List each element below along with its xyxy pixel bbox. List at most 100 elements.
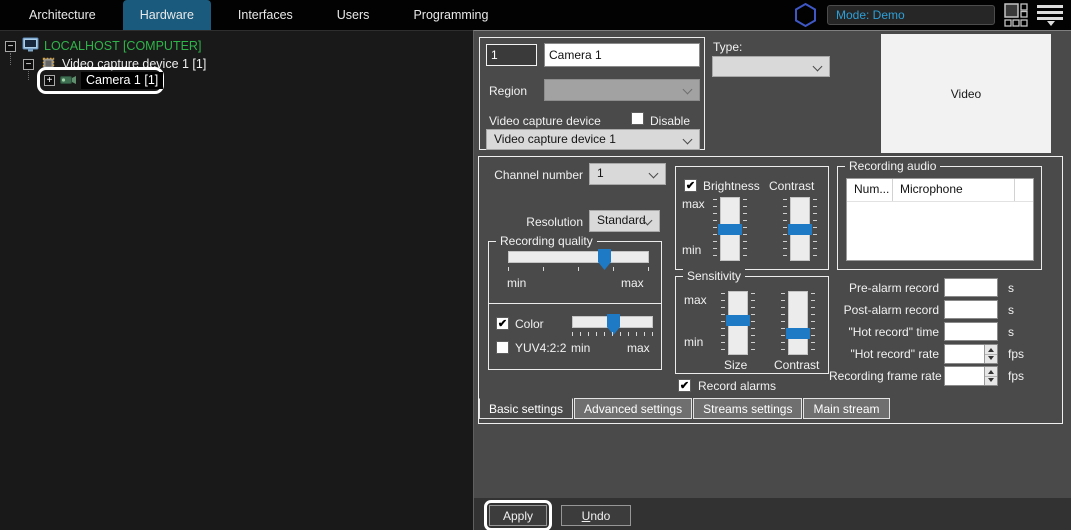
slider-thumb[interactable] [718, 224, 742, 235]
hot-record-time-field[interactable] [944, 322, 998, 341]
chevron-down-icon [1047, 21, 1055, 26]
camera-identity-group: Region Video capture device Disable Vide… [479, 37, 705, 150]
color-label: Color [515, 317, 544, 331]
hot-record-rate-field[interactable] [944, 344, 998, 364]
application-window: Architecture Hardware Interfaces Users P… [0, 0, 1071, 530]
sensitivity-group: Sensitivity max min Size Contrast [675, 269, 829, 374]
undo-button[interactable]: Undo [561, 505, 631, 526]
post-alarm-record-field[interactable] [944, 300, 998, 319]
header-divider [847, 201, 1033, 202]
resolution-label: Resolution [526, 215, 583, 229]
column-header-number[interactable]: Num... [847, 179, 893, 201]
slider-ticks [572, 332, 653, 336]
spinner-up-icon[interactable] [988, 348, 994, 352]
tree-item-label[interactable]: LOCALHOST [COMPUTER] [44, 39, 201, 53]
color-settings-group: ✔ Color YUV4:2:2 min max [488, 303, 662, 370]
brightness-slider[interactable] [718, 197, 742, 261]
camera-settings-panel: Region Video capture device Disable Vide… [473, 30, 1071, 530]
menu-line [1037, 11, 1063, 14]
unit-label: fps [1008, 369, 1025, 383]
yuv422-checkbox[interactable] [496, 341, 509, 354]
brightness-label: Brightness [703, 179, 760, 193]
screen-layout-grid-icon[interactable] [1004, 3, 1028, 27]
tab-main-stream[interactable]: Main stream [803, 398, 890, 419]
post-alarm-record-label: Post-alarm record [843, 303, 939, 317]
tab-interfaces[interactable]: Interfaces [221, 0, 310, 30]
unit-label: s [1008, 325, 1014, 339]
slider-ticks [751, 293, 755, 351]
tab-hardware[interactable]: Hardware [122, 0, 211, 30]
pre-alarm-record-label: Pre-alarm record [848, 281, 939, 295]
camera-name-field[interactable] [544, 43, 700, 67]
unit-label: s [1008, 303, 1014, 317]
sensitivity-title: Sensitivity [683, 269, 746, 283]
collapse-toggle-icon[interactable]: − [23, 59, 34, 70]
recording-quality-group: Recording quality min max [488, 234, 662, 304]
audio-channels-table[interactable]: Num... Microphone [846, 178, 1034, 261]
spinner-down-icon[interactable] [988, 356, 994, 360]
spinner-control [984, 367, 997, 385]
slider-ticks [783, 199, 787, 257]
resolution-select[interactable]: Standard [589, 210, 660, 232]
spinner-up-icon[interactable] [988, 370, 994, 374]
min-label: min [571, 341, 591, 355]
yuv422-label: YUV4:2:2 [515, 341, 567, 355]
hamburger-menu-icon[interactable] [1037, 5, 1063, 26]
slider-ticks [721, 293, 725, 351]
color-checkbox[interactable]: ✔ [496, 317, 509, 330]
spinner-down-icon[interactable] [988, 378, 994, 382]
video-capture-device-select[interactable]: Video capture device 1 [486, 129, 700, 150]
tree-connector [28, 71, 29, 80]
contrast-slider[interactable] [788, 197, 812, 261]
slider-thumb[interactable] [726, 315, 750, 326]
recording-frame-rate-field[interactable] [944, 366, 998, 386]
record-alarms-checkbox[interactable]: ✔ [678, 379, 691, 392]
slider-ticks [811, 293, 815, 351]
apply-button[interactable]: Apply [489, 505, 547, 526]
max-label: max [621, 276, 644, 290]
recording-audio-group: Recording audio Num... Microphone [837, 159, 1042, 270]
tab-streams-settings[interactable]: Streams settings [693, 398, 803, 419]
collapse-toggle-icon[interactable]: − [5, 41, 16, 52]
mode-indicator[interactable]: Mode: Demo [827, 5, 995, 25]
expand-toggle-icon[interactable]: + [44, 75, 55, 86]
recording-audio-title: Recording audio [845, 159, 941, 173]
brightness-contrast-group: ✔ Brightness Contrast max min [675, 166, 829, 270]
channel-number-select[interactable]: 1 [589, 163, 666, 185]
slider-thumb[interactable] [788, 224, 812, 235]
hot-record-time-label: "Hot record" time [848, 325, 939, 339]
recording-quality-slider[interactable] [508, 249, 649, 270]
menu-line [1037, 17, 1063, 20]
slider-thumb[interactable] [786, 328, 810, 339]
tab-users[interactable]: Users [320, 0, 387, 30]
contrast-label: Contrast [774, 358, 820, 372]
menu-line [1037, 5, 1063, 8]
recording-frame-rate-label: Recording frame rate [829, 369, 942, 383]
action-button-bar: Apply Undo [474, 498, 1071, 530]
tree-connector [10, 53, 11, 65]
region-select[interactable] [544, 79, 700, 101]
slider-ticks [743, 199, 747, 257]
camera-number-field[interactable] [486, 44, 537, 66]
sensitivity-size-slider[interactable] [726, 291, 750, 355]
tab-programming[interactable]: Programming [396, 0, 505, 30]
tab-advanced-settings[interactable]: Advanced settings [574, 398, 693, 419]
color-slider[interactable] [572, 314, 653, 335]
min-label: min [507, 276, 527, 290]
pre-alarm-record-field[interactable] [944, 278, 998, 297]
computer-icon [22, 37, 39, 52]
video-preview: Video [881, 34, 1051, 153]
brightness-checkbox[interactable]: ✔ [684, 179, 697, 192]
spinner-control [984, 345, 997, 363]
settings-tab-strip: Basic settings Advanced settings Streams… [479, 398, 891, 419]
tab-architecture[interactable]: Architecture [12, 0, 113, 30]
top-navigation-bar: Architecture Hardware Interfaces Users P… [0, 0, 1071, 30]
tree-item-label[interactable]: Camera 1 [1] [81, 72, 164, 89]
tab-basic-settings[interactable]: Basic settings [479, 398, 574, 419]
column-header-microphone[interactable]: Microphone [893, 179, 1015, 201]
channel-number-label: Channel number [494, 168, 583, 182]
sensitivity-contrast-slider[interactable] [786, 291, 810, 355]
disable-checkbox[interactable] [631, 112, 644, 125]
disable-label: Disable [650, 114, 691, 128]
type-select[interactable] [712, 56, 830, 77]
